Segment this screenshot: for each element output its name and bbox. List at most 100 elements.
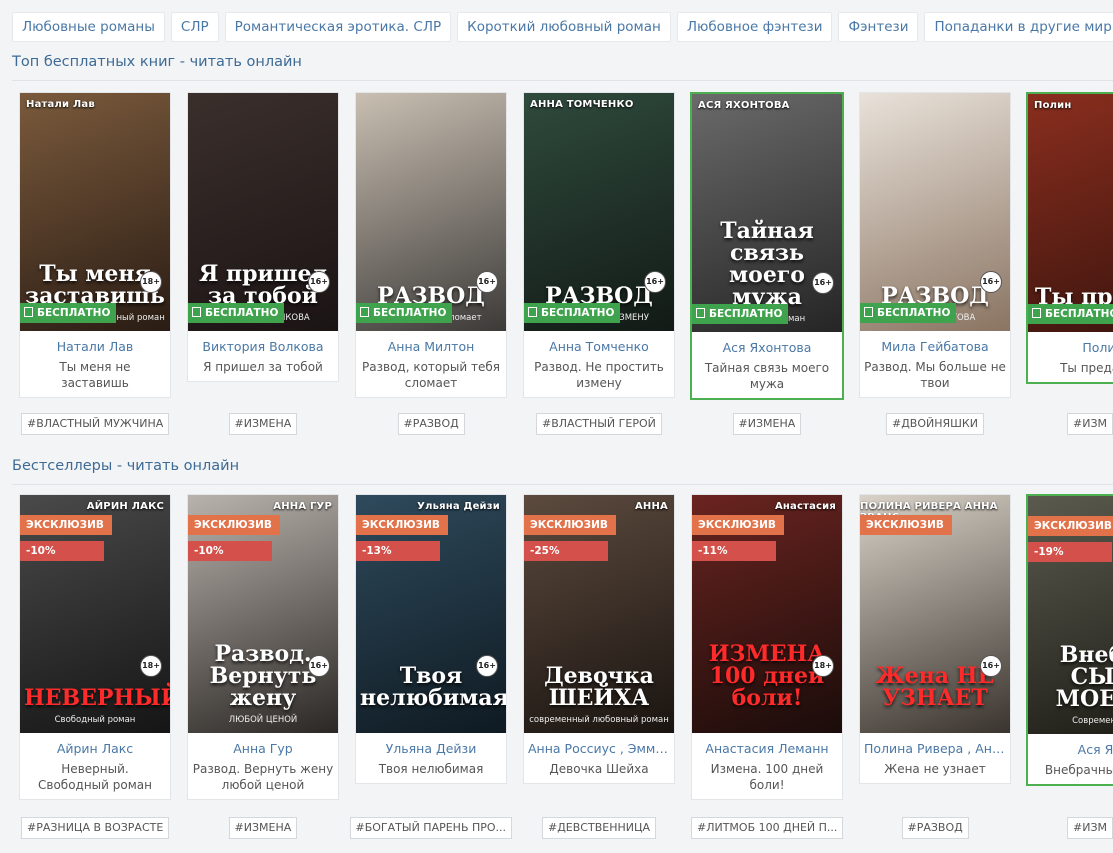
- book-tag[interactable]: #РАЗВОД: [397, 413, 465, 435]
- section-title-bestsellers[interactable]: Бестселлеры - читать онлайн: [12, 458, 239, 474]
- book-cover[interactable]: Анастасия ИЗМЕНА 100 дней боли! 18+ ЭКСКЛЮЗ…: [692, 495, 842, 733]
- book-card[interactable]: Натали ЛавТы меня заставишьсовременный л…: [19, 92, 171, 398]
- book-card[interactable]: Ульяна Дейзи Твоя нелюбимая 16+ ЭКСКЛЮЗИВ -1…: [355, 494, 507, 784]
- book-tag[interactable]: #ДЕВСТВЕННИЦА: [542, 817, 657, 839]
- book-cover[interactable]: РАЗВОДМИЛА ГЕЙБАТОВА16+БЕСПЛАТНО: [860, 93, 1010, 331]
- book-tag[interactable]: #ИЗМ: [1067, 413, 1113, 435]
- book-card[interactable]: АЙРИН ЛАКС НЕВЕРНЫЙ Свободный роман 18+ ЭКСК…: [19, 494, 171, 800]
- exclusive-badge: ЭКСКЛЮЗИВ: [692, 515, 784, 535]
- book-cover[interactable]: РАЗВОДкоторый тебя сломает16+БЕСПЛАТНО: [356, 93, 506, 331]
- book-meta: Полин Ты предал на: [1028, 332, 1113, 382]
- book-cover[interactable]: АЙРИН ЛАКС НЕВЕРНЫЙ Свободный роман 18+ ЭКСК…: [20, 495, 170, 733]
- book-author-link[interactable]: Анна Милтон: [360, 339, 502, 354]
- book-card[interactable]: Анастасия ИЗМЕНА 100 дней боли! 18+ ЭКСКЛЮЗ…: [691, 494, 843, 800]
- free-badge-label: БЕСПЛАТНО: [709, 308, 783, 320]
- cover-title-text: Развод. Вернуть жену: [209, 641, 317, 711]
- genre-tab[interactable]: Романтическая эротика. СЛР: [224, 12, 452, 42]
- free-badge-label: БЕСПЛАТНО: [373, 307, 447, 319]
- book-title-link[interactable]: Я пришел за тобой: [192, 359, 334, 375]
- exclusive-badge: ЭКСКЛЮЗИВ: [860, 515, 952, 535]
- genre-tab[interactable]: Попаданки в другие миры: [924, 12, 1113, 42]
- book-card[interactable]: АСЯ ЯХОНТОВАТайная связь моего мужалюбов…: [690, 92, 844, 400]
- book-title-link[interactable]: Развод. Мы больше не твои: [864, 359, 1006, 391]
- book-tag[interactable]: #ЛИТМОБ 100 ДНЕЙ П...: [691, 817, 844, 839]
- book-title-link[interactable]: Твоя нелюбимая: [360, 761, 502, 777]
- book-tag[interactable]: #ИЗМ: [1067, 817, 1113, 839]
- book-tag[interactable]: #ИЗМЕНА: [228, 413, 298, 435]
- book-author-link[interactable]: Полин: [1032, 340, 1113, 355]
- genre-tab[interactable]: Любовное фэнтези: [676, 12, 833, 42]
- book-tag[interactable]: #ДВОЙНЯШКИ: [886, 413, 984, 435]
- book-author-link[interactable]: Виктория Волкова: [192, 339, 334, 354]
- book-icon: [1032, 308, 1041, 318]
- book-title-link[interactable]: Развод. Не простить измену: [528, 359, 670, 391]
- discount-badge: -11%: [692, 541, 776, 561]
- genre-tab[interactable]: Любовные романы: [12, 12, 165, 42]
- book-card[interactable]: Я пришел за тобойВИКТОРИЯ ВОЛКОВА16+БЕСП…: [187, 92, 339, 382]
- book-author-link[interactable]: Ася Яхонтова: [696, 340, 838, 355]
- book-card[interactable]: АННА Девочка ШЕЙХА современный любовный ро…: [523, 494, 675, 784]
- cover-author-text: АСЯ ЯХОНТОВА: [698, 100, 790, 111]
- book-icon: [24, 307, 33, 317]
- book-meta: Анастасия Леманн Измена. 100 дней боли!: [692, 733, 842, 799]
- book-author-link[interactable]: Анна Томченко: [528, 339, 670, 354]
- cover-author-text: Натали Лав: [26, 99, 95, 110]
- book-title-link[interactable]: Девочка Шейха: [528, 761, 670, 777]
- book-title-link[interactable]: Неверный. Свободный роман: [24, 761, 166, 793]
- book-title-link[interactable]: Измена. 100 дней боли!: [696, 761, 838, 793]
- genre-tab[interactable]: Короткий любовный роман: [457, 12, 671, 42]
- book-tag[interactable]: #РАЗВОД: [901, 817, 969, 839]
- book-cover[interactable]: АННА ТОМЧЕНКОРАЗВОДНЕ ПРОСТИТЬ ИЗМЕНУ16+…: [524, 93, 674, 331]
- book-author-link[interactable]: Полина Ривера , Анна ...: [864, 741, 1006, 756]
- free-badge-label: БЕСПЛАТНО: [37, 307, 111, 319]
- discount-badge: -13%: [356, 541, 440, 561]
- book-cover[interactable]: Я пришел за тобойВИКТОРИЯ ВОЛКОВА16+БЕСП…: [188, 93, 338, 331]
- book-cover[interactable]: Натали ЛавТы меня заставишьсовременный л…: [20, 93, 170, 331]
- book-cover[interactable]: АННА Девочка ШЕЙХА современный любовный ро…: [524, 495, 674, 733]
- cover-title-text: Внебр. СЫН МОЕГО: [1055, 642, 1113, 712]
- book-title-link[interactable]: Развод, который тебя сломает: [360, 359, 502, 391]
- book-title-link[interactable]: Тайная связь моего мужа: [696, 360, 838, 392]
- book-card[interactable]: АННА ГУР Развод. Вернуть жену ЛЮБОЙ ЦЕНОЙ 1…: [187, 494, 339, 800]
- book-author-link[interactable]: Айрин Лакс: [24, 741, 166, 756]
- genre-tab[interactable]: Фэнтези: [838, 12, 919, 42]
- book-tag[interactable]: #БОГАТЫЙ ПАРЕНЬ ПРО...: [349, 817, 513, 839]
- book-tag[interactable]: #ВЛАСТНЫЙ МУЖЧИНА: [21, 413, 170, 435]
- book-tag[interactable]: #ИЗМЕНА: [732, 413, 802, 435]
- book-author-link[interactable]: Анастасия Леманн: [696, 741, 838, 756]
- book-card[interactable]: Внебр. СЫН МОЕГО Современный ЭКСКЛЮЗИВ -19%…: [1026, 494, 1113, 786]
- book-title-link[interactable]: Развод. Вернуть жену любой ценой: [192, 761, 334, 793]
- book-card[interactable]: ПолинТы предалБЕСПЛАТНО Полин Ты предал на: [1026, 92, 1113, 384]
- book-card[interactable]: РАЗВОДкоторый тебя сломает16+БЕСПЛАТНО Ан…: [355, 92, 507, 398]
- book-title-link[interactable]: Внебрачный мужа: [1032, 762, 1113, 778]
- book-cover[interactable]: ПолинТы предалБЕСПЛАТНО: [1028, 94, 1113, 332]
- book-title-link[interactable]: Ты меня не заставишь: [24, 359, 166, 391]
- book-tag[interactable]: #ИЗМЕНА: [228, 817, 298, 839]
- book-card[interactable]: ПОЛИНА РИВЕРА АННА ЗВАНСЖена НЕ УЗНАЕТ16…: [859, 494, 1011, 784]
- book-cover[interactable]: ПОЛИНА РИВЕРА АННА ЗВАНСЖена НЕ УЗНАЕТ16…: [860, 495, 1010, 733]
- book-cover[interactable]: Ульяна Дейзи Твоя нелюбимая 16+ ЭКСКЛЮЗИВ -1…: [356, 495, 506, 733]
- book-icon: [528, 307, 537, 317]
- book-title-link[interactable]: Ты предал на: [1032, 360, 1113, 376]
- book-card[interactable]: РАЗВОДМИЛА ГЕЙБАТОВА16+БЕСПЛАТНО Мила Гей…: [859, 92, 1011, 398]
- book-cover[interactable]: АННА ГУР Развод. Вернуть жену ЛЮБОЙ ЦЕНОЙ 1…: [188, 495, 338, 733]
- book-cover[interactable]: АСЯ ЯХОНТОВАТайная связь моего мужалюбов…: [692, 94, 842, 332]
- book-card[interactable]: АННА ТОМЧЕНКОРАЗВОДНЕ ПРОСТИТЬ ИЗМЕНУ16+…: [523, 92, 675, 398]
- cover-author-text: Анастасия: [774, 501, 836, 512]
- book-author-link[interactable]: Натали Лав: [24, 339, 166, 354]
- age-rating-badge: 16+: [308, 271, 330, 293]
- book-author-link[interactable]: Ася Яхо: [1032, 742, 1113, 757]
- free-badge: БЕСПЛАТНО: [524, 303, 621, 323]
- book-tag[interactable]: #ВЛАСТНЫЙ ГЕРОЙ: [536, 413, 662, 435]
- book-meta: Ася Яхонтова Тайная связь моего мужа: [692, 332, 842, 398]
- free-badge: БЕСПЛАТНО: [20, 303, 117, 323]
- book-author-link[interactable]: Анна Россиус , Эмма ...: [528, 741, 670, 756]
- book-cover[interactable]: Внебр. СЫН МОЕГО Современный ЭКСКЛЮЗИВ -19%: [1028, 496, 1113, 734]
- genre-tab[interactable]: СЛР: [170, 12, 219, 42]
- book-author-link[interactable]: Ульяна Дейзи: [360, 741, 502, 756]
- book-tag[interactable]: #РАЗНИЦА В ВОЗРАСТЕ: [21, 817, 170, 839]
- book-author-link[interactable]: Анна Гур: [192, 741, 334, 756]
- section-title-free[interactable]: Топ бесплатных книг - читать онлайн: [12, 54, 302, 70]
- book-title-link[interactable]: Жена не узнает: [864, 761, 1006, 777]
- book-author-link[interactable]: Мила Гейбатова: [864, 339, 1006, 354]
